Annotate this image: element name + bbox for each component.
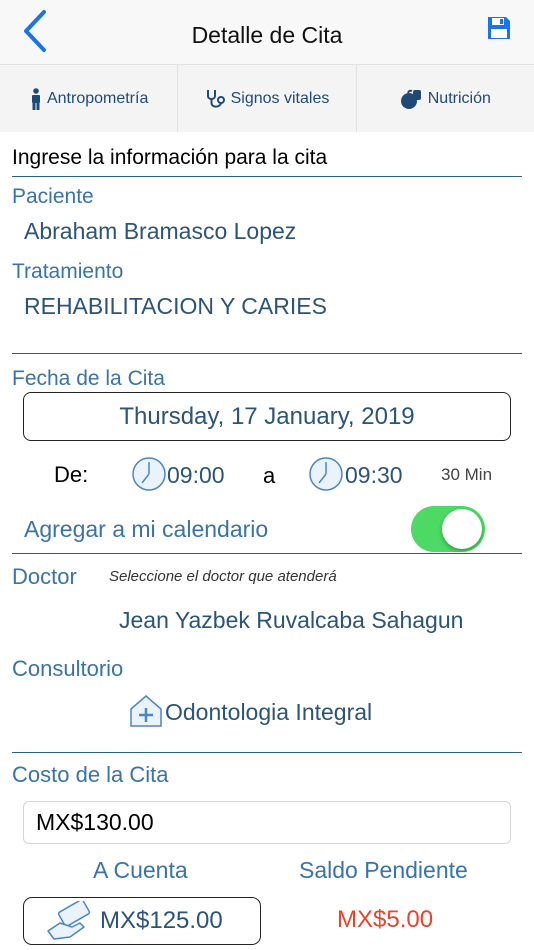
tab-antropometria[interactable]: Antropometría (0, 65, 179, 132)
save-button[interactable] (486, 15, 512, 41)
to-label: a (263, 463, 276, 488)
clock-icon[interactable] (308, 456, 344, 492)
treatment-value[interactable]: REHABILITACION Y CARIES (24, 293, 327, 320)
clock-icon[interactable] (131, 456, 167, 492)
patient-name[interactable]: Abraham Bramasco Lopez (24, 218, 296, 245)
stethoscope-icon (206, 89, 225, 108)
from-label: De: (54, 462, 89, 487)
date-value: Thursday, 17 January, 2019 (119, 402, 415, 430)
doctor-label: Doctor (12, 564, 77, 589)
floppy-disk-icon (488, 17, 510, 39)
calendar-label: Agregar a mi calendario (24, 516, 269, 542)
form-heading: Ingrese la información para la cita (12, 146, 328, 169)
paid-amount-button[interactable]: MX$125.00 (23, 897, 261, 945)
payment-hand-icon (47, 901, 91, 940)
clinic-icon (130, 695, 162, 727)
end-time[interactable]: 09:30 (345, 462, 403, 489)
divider (12, 353, 522, 354)
navigation-bar: Detalle de Cita (0, 0, 534, 64)
tab-nutricion[interactable]: Nutrición (357, 65, 534, 132)
doctor-name[interactable]: Jean Yazbek Ruvalcaba Sahagun (119, 607, 463, 634)
divider (12, 752, 522, 753)
start-time[interactable]: 09:00 (167, 462, 225, 489)
calendar-toggle[interactable] (411, 506, 485, 552)
duration-text: 30 Min (441, 465, 493, 484)
tab-signos-vitales[interactable]: Signos vitales (178, 65, 357, 132)
office-label: Consultorio (12, 656, 124, 681)
section-tabs: Antropometría Signos vitales Nutrición (0, 64, 534, 132)
page-title: Detalle de Cita (191, 22, 343, 48)
food-icon (400, 89, 421, 109)
patient-label: Paciente (12, 185, 94, 208)
tab-label: Nutrición (427, 89, 491, 107)
divider (12, 176, 522, 177)
treatment-label: Tratamiento (12, 260, 124, 283)
cost-value: MX$130.00 (36, 809, 154, 835)
cost-field[interactable]: MX$130.00 (23, 801, 511, 844)
balance-value: MX$5.00 (337, 906, 434, 933)
date-label: Fecha de la Cita (12, 367, 165, 390)
paid-label: A Cuenta (93, 857, 188, 883)
cost-label: Costo de la Cita (12, 762, 169, 787)
paid-value: MX$125.00 (100, 907, 223, 934)
doctor-hint: Seleccione el doctor que atenderá (109, 568, 337, 585)
divider (12, 553, 522, 554)
toggle-knob (442, 509, 482, 549)
person-icon (31, 87, 40, 110)
date-picker-button[interactable]: Thursday, 17 January, 2019 (23, 392, 511, 441)
balance-label: Saldo Pendiente (299, 857, 468, 883)
tab-label: Antropometría (46, 89, 149, 107)
tab-label: Signos vitales (230, 89, 330, 107)
office-name[interactable]: Odontologia Integral (165, 699, 372, 726)
